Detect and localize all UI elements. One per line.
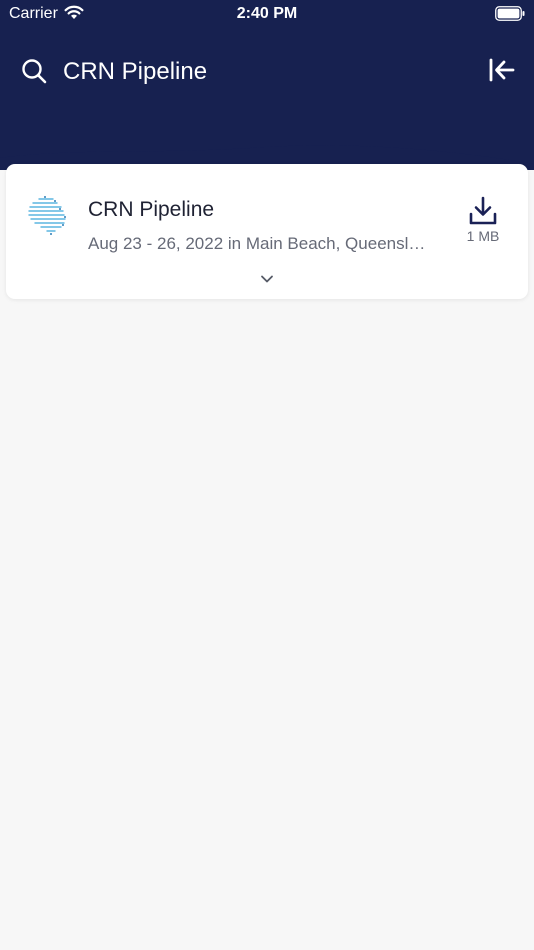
download-button[interactable]: 1 MB (458, 194, 508, 246)
chevron-down-icon[interactable] (260, 274, 274, 284)
app-screen: Carrier 2:40 PM CRN Pipeline CRN Pipelin… (0, 0, 534, 950)
search-icon[interactable] (21, 58, 47, 84)
result-card[interactable]: CRN Pipeline Aug 23 - 26, 2022 in Main B… (6, 164, 528, 299)
download-size: 1 MB (466, 228, 500, 244)
collapse-left-icon[interactable] (488, 57, 516, 83)
download-icon[interactable] (469, 196, 497, 226)
result-subtitle: Aug 23 - 26, 2022 in Main Beach, Queensl… (88, 234, 433, 253)
battery-icon (495, 6, 525, 21)
australia-map-logo (28, 196, 66, 235)
status-bar: Carrier 2:40 PM (0, 0, 534, 28)
result-title: CRN Pipeline (88, 198, 215, 221)
search-input[interactable]: CRN Pipeline (63, 58, 207, 86)
status-time: 2:40 PM (236, 5, 298, 22)
